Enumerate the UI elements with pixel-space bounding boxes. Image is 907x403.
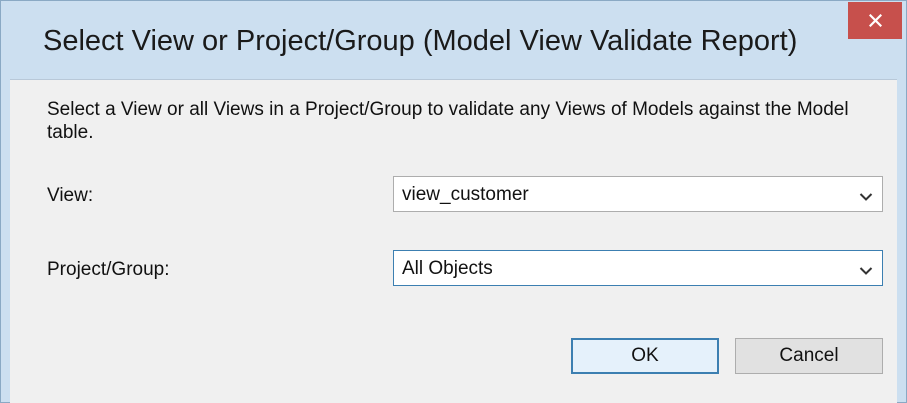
chevron-down-icon[interactable]: [859, 189, 873, 207]
cancel-button[interactable]: Cancel: [735, 338, 883, 374]
project-group-label: Project/Group:: [47, 259, 170, 280]
dialog-body: Select a View or all Views in a Project/…: [10, 79, 897, 403]
chevron-down-icon[interactable]: [859, 263, 873, 281]
dialog-window: Select View or Project/Group (Model View…: [0, 0, 907, 403]
dialog-title: Select View or Project/Group (Model View…: [43, 25, 798, 57]
view-select[interactable]: view_customer: [393, 176, 883, 212]
title-bar[interactable]: Select View or Project/Group (Model View…: [1, 1, 906, 79]
close-button[interactable]: [848, 2, 902, 39]
dialog-description: Select a View or all Views in a Project/…: [47, 99, 849, 143]
view-label: View:: [47, 185, 94, 206]
project-group-select-value: All Objects: [402, 258, 493, 279]
view-select-value: view_customer: [402, 184, 529, 205]
project-group-select[interactable]: All Objects: [393, 250, 883, 286]
ok-button[interactable]: OK: [571, 338, 719, 374]
close-icon: [868, 14, 882, 27]
